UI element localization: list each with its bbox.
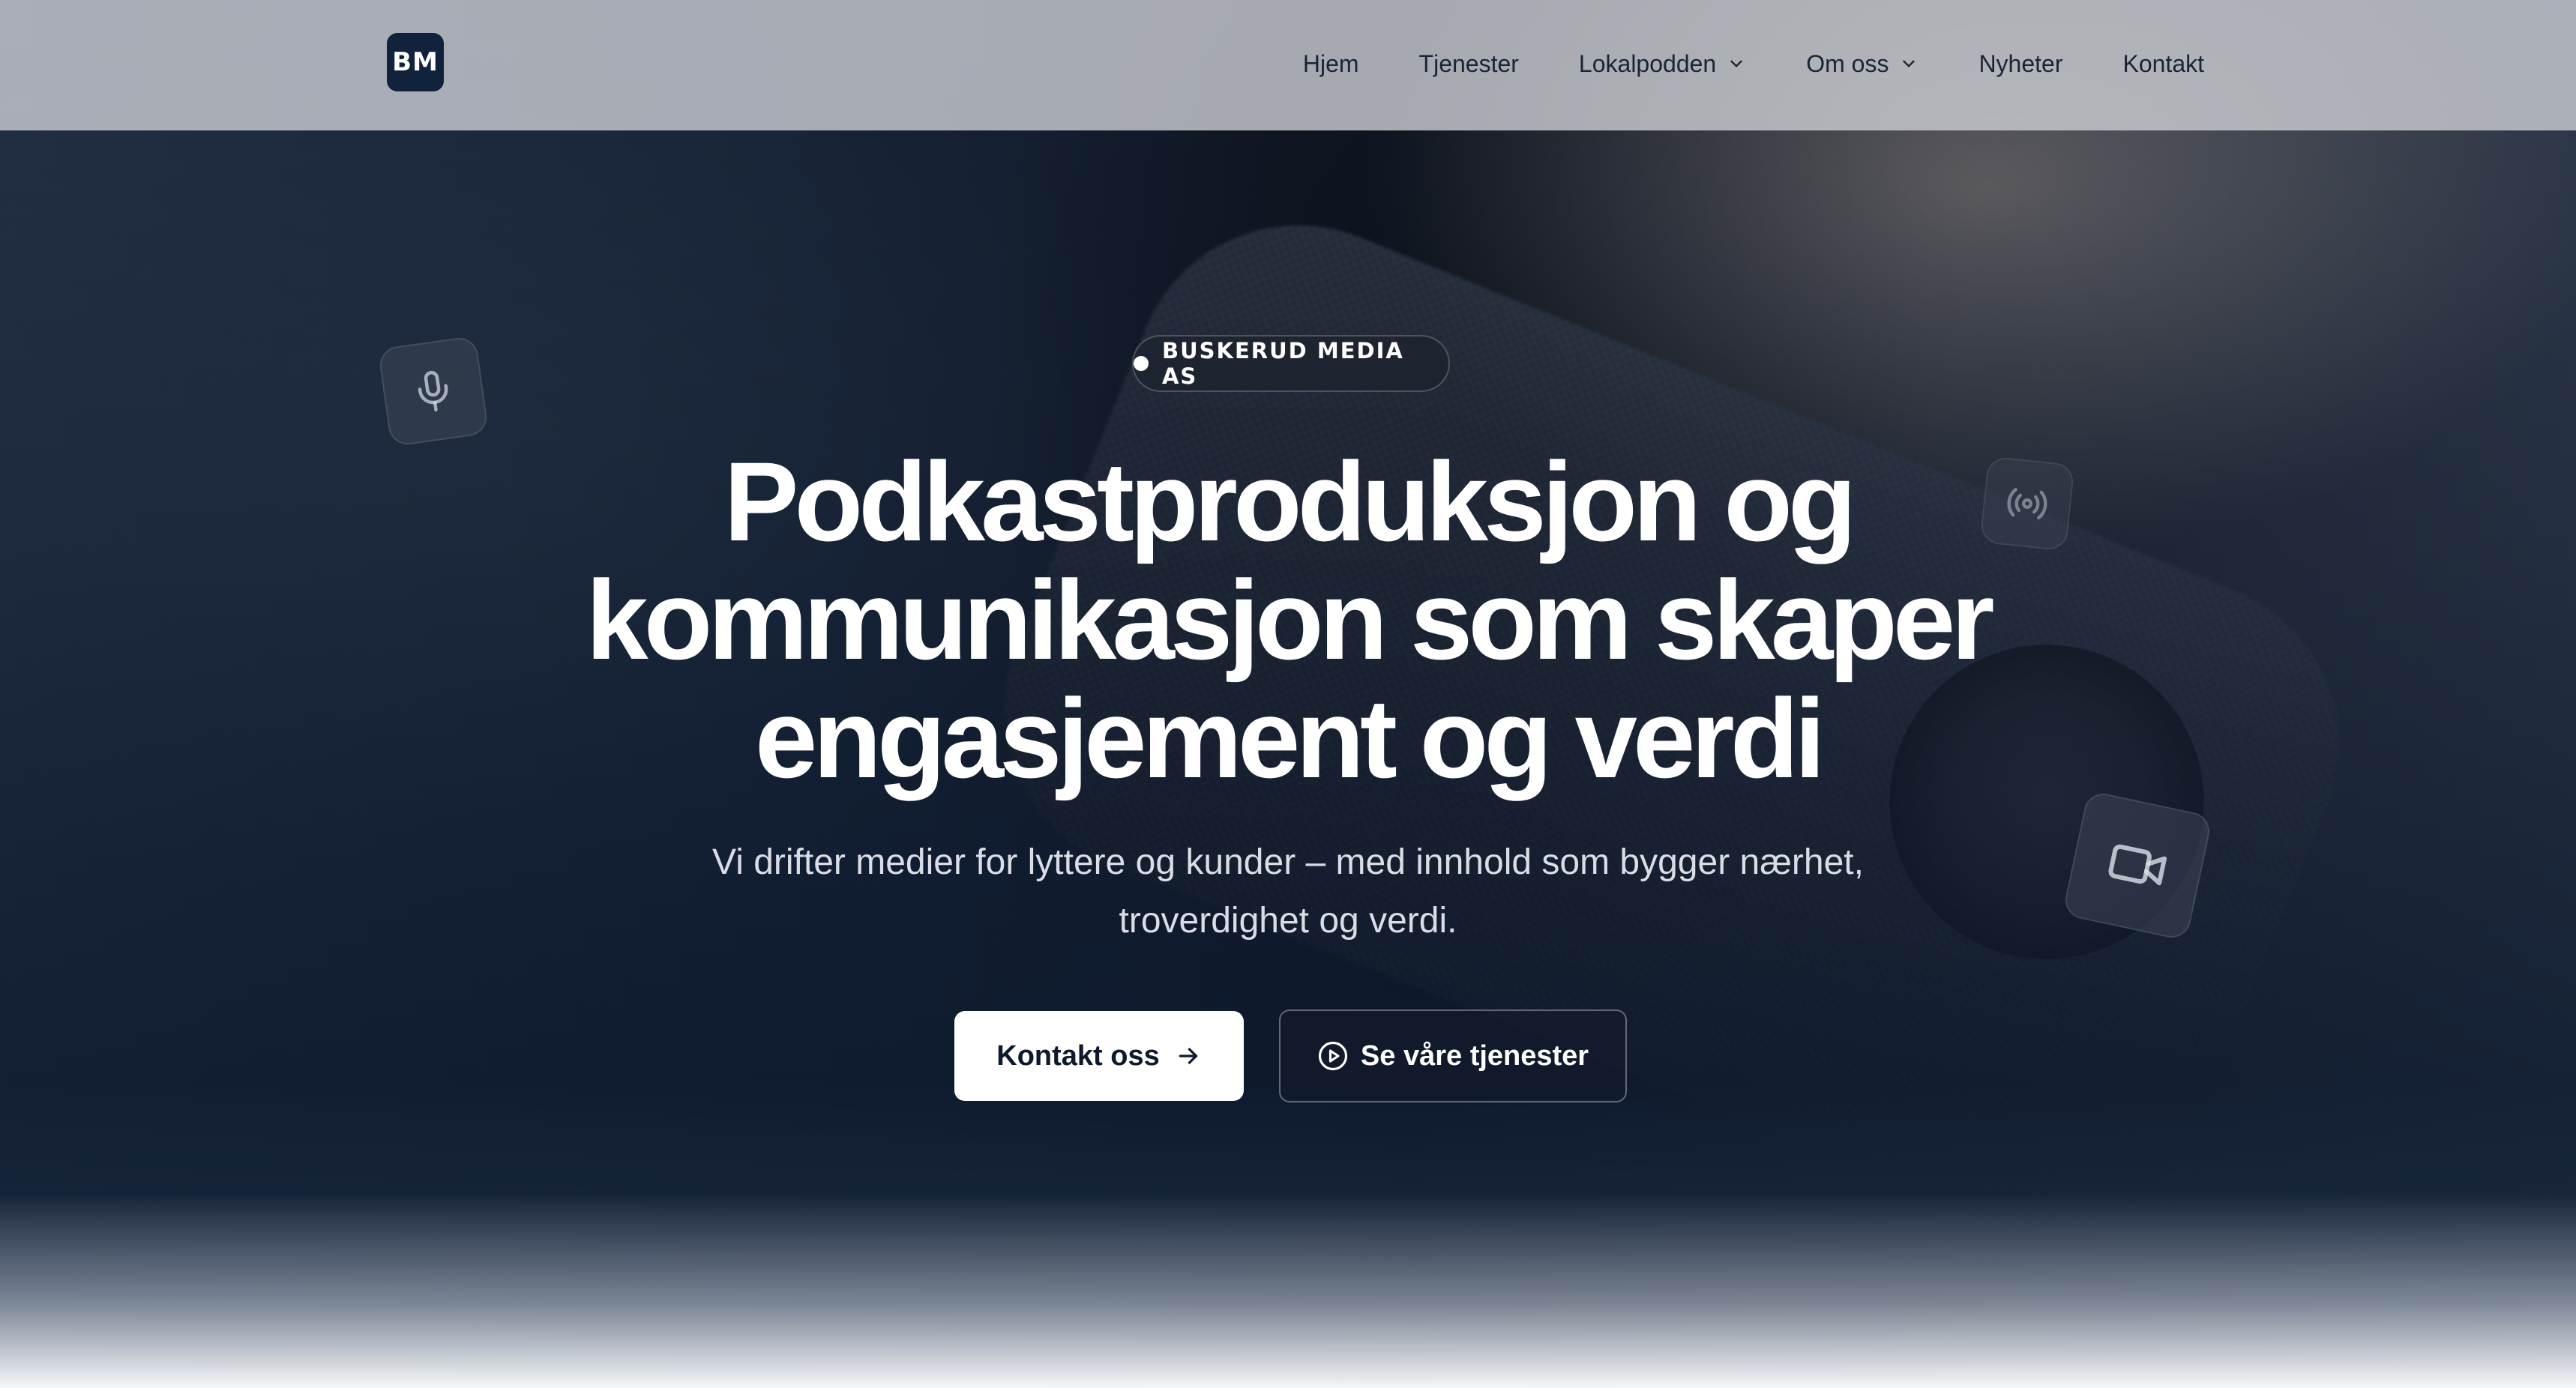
arrow-right-icon [1179,1048,1197,1064]
microphone-icon [418,370,448,412]
hero-subline: Vi drifter medier for lyttere og kunder … [0,833,2576,950]
nav-item-tjenester[interactable]: Tjenester [1419,50,1519,78]
headline-line: engasjement og verdi [754,675,1826,801]
headline-line: kommunikasjon som skaper [586,557,1994,683]
see-services-label: Se våre tjenester [1360,1040,1589,1072]
chevron-down-icon [1730,60,1742,67]
badge-label: BUSKERUD MEDIA AS [1161,338,1404,389]
nav-item-hjem[interactable]: Hjem [1303,50,1359,78]
site-header: BM Hjem Tjenester Lokalpodden Om oss Nyh… [0,0,2576,130]
hero-headline: Podkastproduksjon og kommunikasjon som s… [0,442,2576,797]
badge-dot [1134,356,1149,371]
see-services-button[interactable]: Se våre tjenester [1279,1010,1627,1102]
nav-item-label: Tjenester [1418,49,1519,77]
company-badge: BUSKERUD MEDIA AS [1132,335,1450,392]
nav-item-label: Lokalpodden [1578,49,1717,77]
contact-us-button[interactable]: Kontakt oss [954,1011,1244,1101]
nav-item-label: Kontakt [2122,49,2204,77]
logo[interactable]: BM [387,33,444,91]
page: BM Hjem Tjenester Lokalpodden Om oss Nyh… [0,0,2576,1388]
microphone-tile [377,335,490,447]
nav-item-lokalpodden[interactable]: Lokalpodden [1579,50,1746,78]
nav-item-label: Nyheter [1978,49,2063,77]
nav-item-label: Om oss [1806,49,1889,77]
subline-line: troverdighet og verdi. [1119,901,1457,941]
chevron-down-icon [1903,60,1916,67]
nav-item-label: Hjem [1302,49,1359,77]
nav-item-om-oss[interactable]: Om oss [1806,50,1919,78]
contact-us-label: Kontakt oss [996,1040,1160,1072]
nav-item-nyheter[interactable]: Nyheter [1978,50,2062,78]
headline-line: Podkastproduksjon og [723,438,1856,564]
subline-line: Vi drifter medier for lyttere og kunder … [712,842,1864,882]
nav-item-kontakt[interactable]: Kontakt [2122,50,2204,78]
play-circle-icon [1318,1041,1347,1071]
main-nav: Hjem Tjenester Lokalpodden Om oss Nyhete… [1303,0,2204,127]
